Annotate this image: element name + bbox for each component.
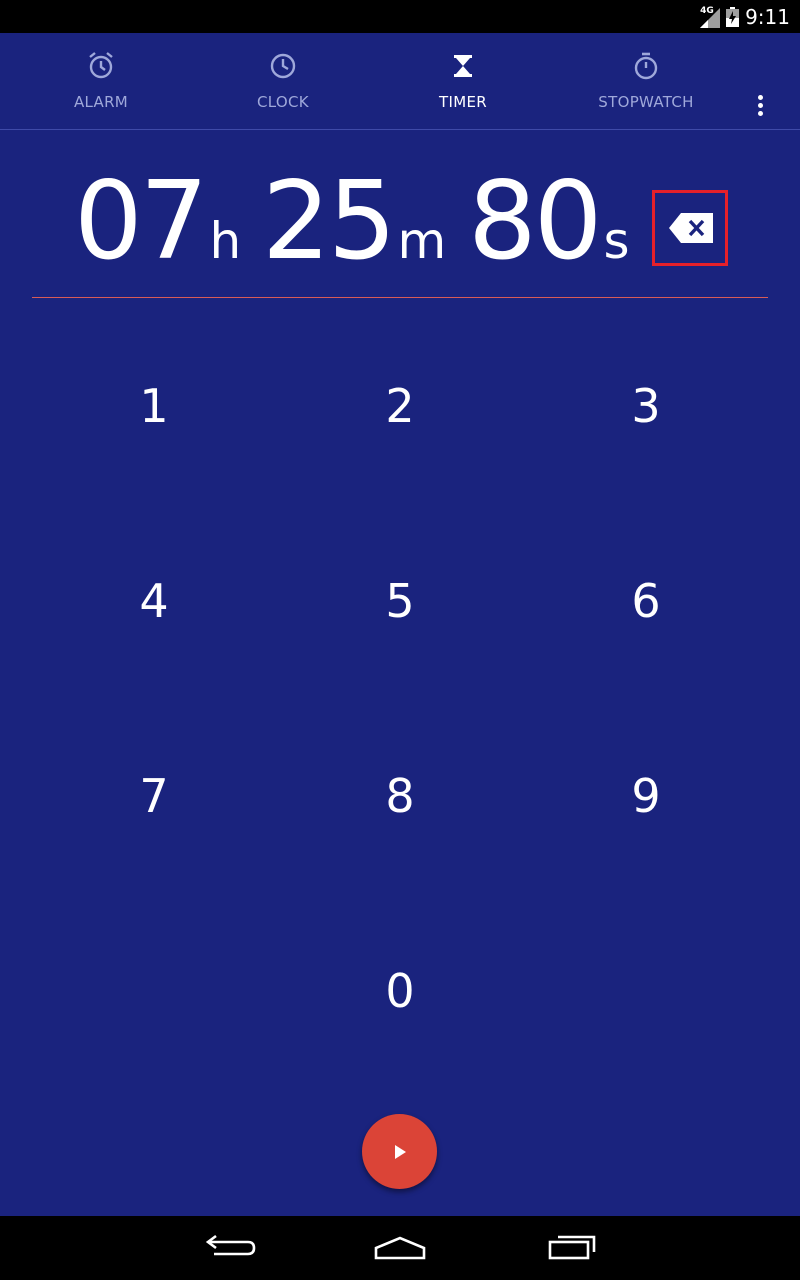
hourglass-icon — [454, 55, 472, 77]
status-bar: 4G 9:11 — [0, 0, 800, 33]
navigation-bar — [0, 1216, 800, 1280]
hours-unit: h — [209, 212, 242, 270]
backspace-icon — [669, 213, 713, 243]
start-button[interactable] — [362, 1114, 437, 1189]
tab-bar: ALARM CLOCK TIMER STOPWATCH — [0, 33, 800, 130]
key-2[interactable]: 2 — [277, 308, 523, 503]
seconds-value: 80 — [468, 159, 602, 284]
key-4[interactable]: 4 — [31, 503, 277, 698]
seconds-segment: 80s — [468, 168, 630, 276]
keypad: 1 2 3 4 5 6 7 8 9 0 — [0, 300, 800, 1100]
key-1[interactable]: 1 — [31, 308, 277, 503]
more-vert-icon[interactable] — [748, 95, 772, 125]
signal-icon: 4G — [700, 5, 721, 28]
recents-icon[interactable] — [542, 1230, 602, 1266]
network-type: 4G — [700, 5, 714, 16]
key-3[interactable]: 3 — [523, 308, 769, 503]
delete-button[interactable] — [652, 190, 728, 266]
key-6[interactable]: 6 — [523, 503, 769, 698]
key-9[interactable]: 9 — [523, 698, 769, 893]
hours-segment: 07h — [74, 168, 241, 276]
stopwatch-icon — [634, 52, 658, 80]
key-8[interactable]: 8 — [277, 698, 523, 893]
tab-clock-label: CLOCK — [257, 93, 309, 111]
tab-alarm-label: ALARM — [73, 93, 129, 111]
alarm-icon — [89, 52, 113, 79]
tab-stopwatch-label: STOPWATCH — [598, 93, 694, 111]
hours-value: 07 — [74, 159, 208, 284]
key-5[interactable]: 5 — [277, 503, 523, 698]
back-icon[interactable] — [200, 1230, 260, 1266]
play-icon — [394, 1144, 406, 1159]
minutes-value: 25 — [262, 159, 396, 284]
key-7[interactable]: 7 — [31, 698, 277, 893]
tab-alarm[interactable]: ALARM — [21, 33, 181, 129]
minutes-segment: 25m — [262, 168, 446, 276]
tab-clock[interactable]: CLOCK — [203, 33, 363, 129]
key-0[interactable]: 0 — [277, 893, 523, 1088]
tab-timer[interactable]: TIMER — [383, 33, 543, 129]
timer-display: 07h 25m 80s — [32, 130, 768, 298]
clock-icon — [270, 53, 296, 79]
tab-stopwatch[interactable]: STOPWATCH — [566, 33, 726, 129]
status-time: 9:11 — [745, 4, 790, 29]
tab-timer-label: TIMER — [439, 93, 487, 111]
seconds-unit: s — [603, 212, 630, 270]
minutes-unit: m — [397, 212, 447, 270]
home-icon[interactable] — [370, 1230, 430, 1266]
battery-icon — [726, 6, 740, 27]
